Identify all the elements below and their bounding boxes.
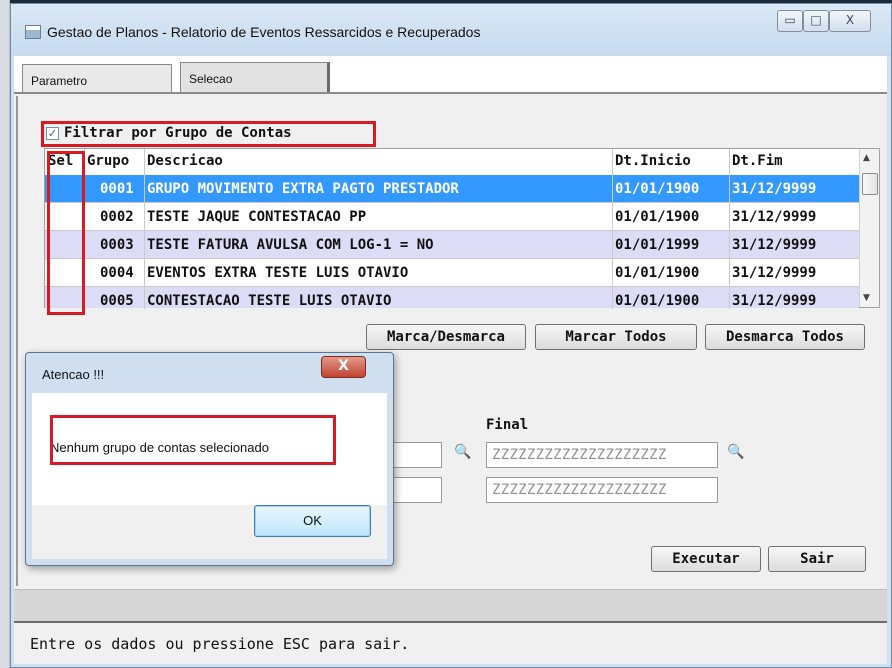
tab-strip: Parametro Selecao: [14, 56, 887, 94]
table-row[interactable]: 0003 TESTE FATURA AVULSA COM LOG-1 = NO …: [45, 231, 859, 259]
column-divider: [144, 149, 145, 309]
initial-field-1[interactable]: [392, 442, 442, 468]
final-field-2[interactable]: ZZZZZZZZZZZZZZZZZZZZ: [486, 477, 718, 503]
cell-dt-inicio: 01/01/1900: [615, 293, 700, 308]
sel-column-highlight-box: [47, 151, 85, 315]
tab-parametro[interactable]: Parametro: [22, 64, 172, 92]
column-header-descricao[interactable]: Descricao: [147, 153, 223, 169]
table-scrollbar[interactable]: ▲ ▼: [859, 149, 879, 307]
desktop-left-strip: [0, 0, 10, 668]
main-window: Gestao de Planos - Relatorio de Eventos …: [10, 3, 892, 668]
marca-desmarca-button[interactable]: Marca/Desmarca: [366, 324, 526, 350]
final-field-1[interactable]: ZZZZZZZZZZZZZZZZZZZZ: [486, 442, 718, 468]
status-message: Entre os dados ou pressione ESC para sai…: [30, 635, 410, 653]
zoom-lookup-icon[interactable]: 🔍: [727, 444, 744, 460]
final-label: Final: [486, 417, 529, 433]
cell-descricao: EVENTOS EXTRA TESTE LUIS OTAVIO: [147, 265, 409, 281]
minimize-button[interactable]: ▭: [777, 10, 803, 32]
dialog-title: Atencao !!!: [42, 367, 105, 382]
cell-dt-inicio: 01/01/1900: [615, 209, 700, 225]
status-bar: Entre os dados ou pressione ESC para sai…: [14, 621, 887, 664]
cell-grupo: 0002: [100, 209, 134, 225]
ok-button[interactable]: OK: [254, 505, 371, 537]
column-divider: [729, 149, 730, 309]
alert-dialog: Atencao !!! X Nenhum grupo de contas sel…: [25, 352, 394, 566]
zoom-lookup-icon[interactable]: 🔍: [454, 444, 471, 460]
table-header: Sel Grupo Descricao Dt.Inicio Dt.Fim: [45, 149, 859, 175]
title-bar[interactable]: Gestao de Planos - Relatorio de Eventos …: [11, 4, 891, 56]
initial-field-2[interactable]: [392, 477, 442, 503]
cell-dt-fim: 31/12/9999: [732, 265, 817, 281]
cell-dt-fim: 31/12/9999: [732, 209, 817, 225]
column-header-dt-inicio[interactable]: Dt.Inicio: [615, 153, 691, 169]
spacer-band: [14, 589, 887, 621]
filter-highlight-box: [41, 121, 376, 147]
cell-grupo: 0004: [100, 265, 134, 281]
column-header-grupo[interactable]: Grupo: [87, 153, 129, 169]
marcar-todos-button[interactable]: Marcar Todos: [535, 324, 697, 350]
close-button[interactable]: X: [829, 10, 871, 32]
sair-button[interactable]: Sair: [768, 546, 866, 572]
cell-dt-inicio: 01/01/1999: [615, 237, 700, 253]
column-header-dt-fim[interactable]: Dt.Fim: [732, 153, 783, 169]
scroll-up-arrow-icon[interactable]: ▲: [863, 153, 870, 163]
scrollbar-thumb[interactable]: [862, 173, 878, 195]
table-row[interactable]: 0005 CONTESTACAO TESTE LUIS OTAVIO 01/01…: [45, 287, 859, 308]
table-row[interactable]: 0001 GRUPO MOVIMENTO EXTRA PAGTO PRESTAD…: [45, 175, 859, 203]
tab-divider: [14, 92, 887, 94]
desmarca-todos-button[interactable]: Desmarca Todos: [705, 324, 865, 350]
maximize-button[interactable]: □: [803, 10, 829, 32]
cell-grupo: 0003: [100, 237, 134, 253]
cell-dt-fim: 31/12/9999: [732, 181, 817, 197]
window-title: Gestao de Planos - Relatorio de Eventos …: [47, 24, 481, 40]
dialog-close-button[interactable]: X: [321, 356, 366, 378]
cell-descricao: TESTE JAQUE CONTESTACAO PP: [147, 209, 367, 225]
cell-dt-inicio: 01/01/1900: [615, 265, 700, 281]
cell-dt-inicio: 01/01/1900: [615, 181, 700, 197]
executar-button[interactable]: Executar: [651, 546, 761, 572]
cell-dt-fim: 31/12/9999: [732, 237, 817, 253]
groups-table: Sel Grupo Descricao Dt.Inicio Dt.Fim 000…: [44, 148, 880, 309]
table-row[interactable]: 0002 TESTE JAQUE CONTESTACAO PP 01/01/19…: [45, 203, 859, 231]
cell-grupo: 0005: [100, 293, 134, 308]
cell-descricao: TESTE FATURA AVULSA COM LOG-1 = NO: [147, 237, 434, 253]
message-highlight-box: [50, 415, 336, 465]
cell-descricao: GRUPO MOVIMENTO EXTRA PAGTO PRESTADOR: [147, 181, 459, 197]
cell-dt-fim: 31/12/9999: [732, 293, 817, 308]
scroll-down-arrow-icon[interactable]: ▼: [863, 293, 870, 303]
tab-selecao[interactable]: Selecao: [180, 62, 330, 94]
column-divider: [612, 149, 613, 309]
cell-descricao: CONTESTACAO TESTE LUIS OTAVIO: [147, 293, 392, 308]
table-row[interactable]: 0004 EVENTOS EXTRA TESTE LUIS OTAVIO 01/…: [45, 259, 859, 287]
app-icon: [25, 25, 41, 39]
cell-grupo: 0001: [100, 181, 134, 197]
